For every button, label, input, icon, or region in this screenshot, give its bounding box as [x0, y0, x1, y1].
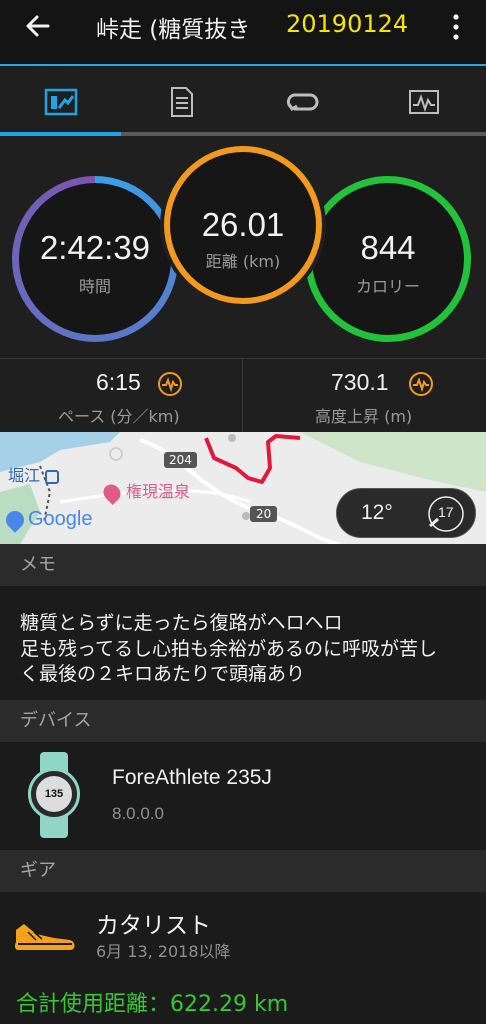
activity-date: 20190124	[286, 10, 409, 38]
distance-label: 距離 (km)	[205, 252, 281, 271]
time-value: 2:42:39	[39, 229, 151, 266]
weather-temp: 12°	[361, 501, 393, 524]
stats-row: 6:15 ペース (分／km) 730.1 高度上昇 (m)	[0, 358, 486, 433]
time-label: 時間	[78, 277, 111, 296]
google-logo: Google	[2, 506, 93, 533]
weather-badge: 12° 17	[336, 488, 476, 538]
pace-label: ペース (分／km)	[58, 407, 180, 426]
tab-laps[interactable]	[242, 66, 363, 138]
time-ring: 2:42:39 時間	[12, 176, 178, 342]
watch-display: 135	[44, 788, 64, 800]
memo-section-header: メモ	[0, 544, 486, 586]
more-options-icon[interactable]	[446, 12, 466, 42]
tab-graphs[interactable]	[363, 66, 484, 138]
device-section-header: デバイス	[0, 700, 486, 742]
road-20-badge: 20	[250, 506, 278, 522]
graph-icon	[408, 90, 439, 114]
elevation-stat[interactable]: 730.1 高度上昇 (m)	[243, 359, 486, 433]
map-pin-icon	[2, 506, 28, 533]
distance-ring: 26.01 距離 (km)	[160, 142, 326, 308]
pace-value: 6:15	[96, 369, 141, 395]
tab-summary[interactable]	[0, 66, 121, 138]
back-arrow-icon[interactable]	[22, 10, 54, 42]
calories-ring: 844 カロリー	[305, 176, 471, 342]
laps-loop-icon	[286, 93, 318, 112]
gear-since-date: 6月 13, 2018以降	[96, 942, 231, 961]
calories-label: カロリー	[355, 277, 420, 296]
map-place-onsen: 権現温泉	[99, 478, 190, 505]
pace-graph-icon	[158, 372, 182, 396]
tab-bar	[0, 64, 486, 138]
tab-details[interactable]	[121, 66, 242, 138]
wind-speed: 17	[438, 504, 454, 520]
elevation-graph-icon	[409, 372, 433, 396]
summary-chart-icon	[44, 88, 77, 116]
device-row[interactable]: 135	[0, 742, 486, 850]
distance-value: 26.01	[201, 206, 285, 243]
onsen-pin-icon	[99, 480, 125, 505]
summary-panel: 2:42:39 時間 844 カロリー 26.01 距離 (km)	[0, 136, 486, 358]
memo-line-1: 糖質とらずに走ったら復路がヘロヘロ	[20, 612, 343, 634]
memo-line-3: く最後の２キロあたりで頭痛あり	[20, 663, 306, 685]
gear-name: カタリスト	[96, 913, 211, 939]
watch-icon: 135	[26, 752, 82, 838]
memo-line-2: 足も残ってるし心拍も余裕があるのに呼吸が苦し	[20, 638, 438, 660]
details-list-icon	[170, 87, 193, 117]
gear-section-header: ギア	[0, 850, 486, 892]
memo-body[interactable]: 糖質とらずに走ったら復路がヘロヘロ 足も残ってるし心拍も余裕があるのに呼吸が苦し…	[0, 586, 486, 700]
elevation-value: 730.1	[331, 369, 389, 395]
gear-total-distance: 合計使用距離：622.29 km	[16, 992, 289, 1017]
train-station-icon	[45, 469, 60, 484]
device-name: ForeAthlete 235J	[112, 766, 272, 789]
road-204-badge: 204	[164, 452, 197, 468]
calories-value: 844	[360, 229, 416, 266]
map-place-horie: 堀江	[8, 462, 60, 486]
app-header: 峠走 (糖質抜き 20190124	[0, 0, 486, 64]
pace-stat[interactable]: 6:15 ペース (分／km)	[0, 359, 243, 433]
device-version: 8.0.0.0	[112, 804, 164, 823]
elevation-label: 高度上昇 (m)	[315, 407, 413, 426]
activity-title: 峠走 (糖質抜き	[96, 17, 251, 43]
shoe-icon	[14, 924, 75, 950]
